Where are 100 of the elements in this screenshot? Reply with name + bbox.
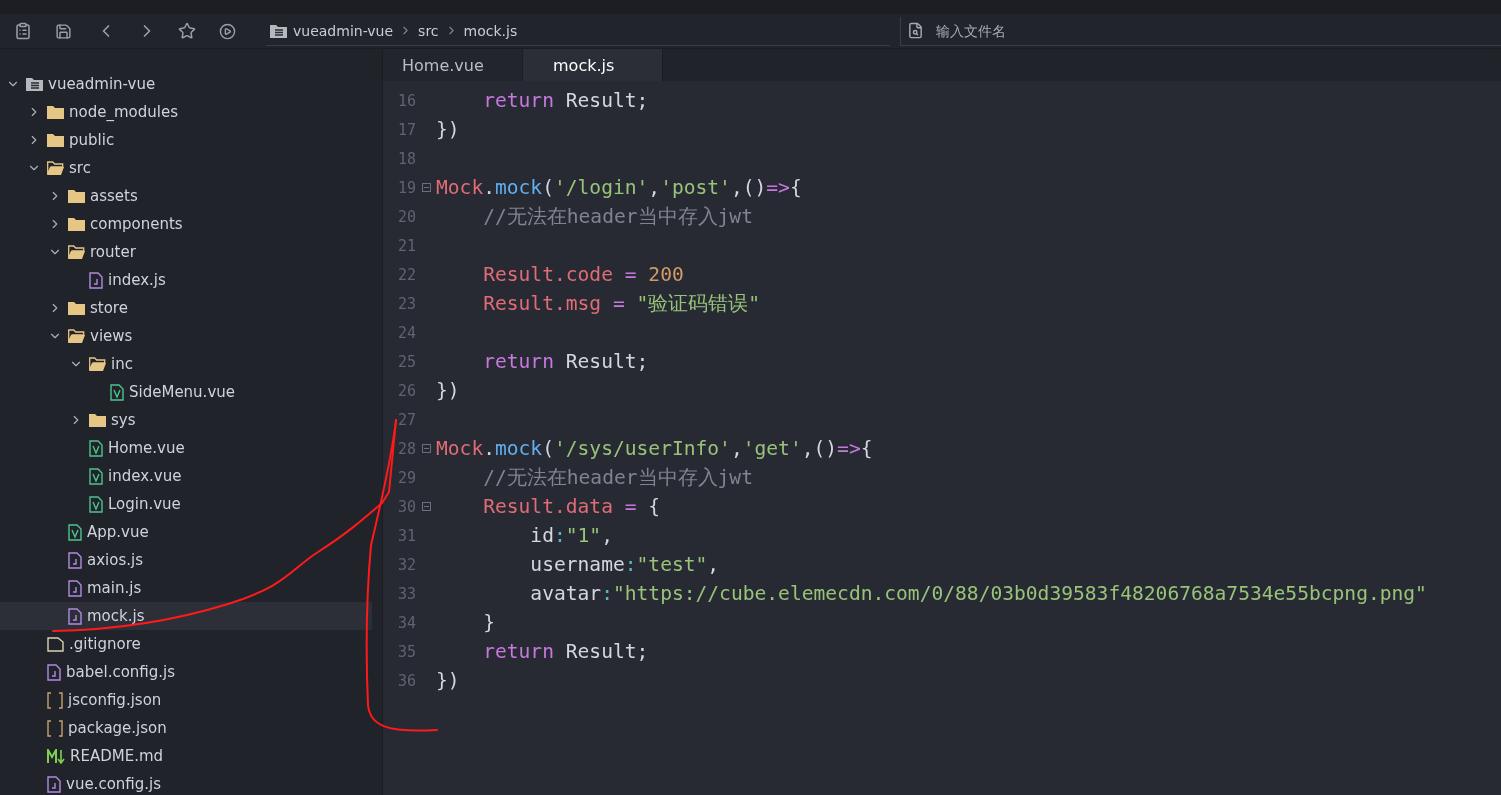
file-name: node_modules [69, 103, 178, 121]
js-file-icon [68, 551, 82, 569]
code-comment: //无法在header当中存入jwt [482, 465, 753, 491]
line-number: 32 [396, 555, 416, 574]
brackets-icon [47, 719, 63, 737]
file-tree-item[interactable]: vue.config.js [0, 770, 372, 795]
code-token: } [482, 611, 495, 634]
file-name: components [90, 215, 183, 233]
save-icon[interactable] [55, 22, 72, 40]
line-number: 16 [396, 91, 416, 110]
line-number: 33 [396, 584, 416, 603]
file-icon [47, 636, 64, 652]
file-tree-item[interactable]: Login.vue [0, 490, 372, 518]
file-tree-item[interactable]: components [0, 210, 372, 238]
file-name: sys [111, 411, 136, 429]
line-number: 21 [396, 236, 416, 255]
line-number: 35 [396, 642, 416, 661]
file-name: views [90, 327, 133, 345]
file-name: Home.vue [108, 439, 185, 457]
brackets-icon [47, 691, 63, 709]
file-tree-item[interactable]: router [0, 238, 372, 266]
file-name: Login.vue [108, 495, 181, 513]
file-name: jsconfig.json [68, 691, 162, 709]
file-tree-item[interactable]: babel.config.js [0, 658, 372, 686]
code-token: , [601, 524, 613, 547]
search-icon [907, 22, 924, 39]
file-name: store [90, 299, 128, 317]
file-tree-item[interactable]: axios.js [0, 546, 372, 574]
file-tree-item[interactable]: main.js [0, 574, 372, 602]
js-file-icon [68, 607, 82, 625]
vue-file-icon [68, 523, 82, 541]
file-name: router [90, 243, 136, 261]
file-tree-item[interactable]: views [0, 322, 372, 350]
code-token: = [623, 495, 638, 518]
folder-icon [47, 133, 64, 147]
file-tree-item[interactable]: Home.vue [0, 434, 372, 462]
code-token: 'get' [742, 437, 802, 460]
code-token: return [482, 640, 554, 663]
code-token: Mock [436, 437, 484, 460]
fold-icon[interactable] [421, 444, 431, 453]
line-number: 20 [396, 207, 416, 226]
code-comment: //无法在header当中存入jwt [482, 204, 753, 230]
breadcrumb-item[interactable]: mock.js [463, 22, 518, 39]
js-file-icon [47, 663, 61, 681]
editor-tab[interactable]: mock.js [523, 49, 663, 81]
line-number: 19 [396, 178, 416, 197]
file-name: babel.config.js [66, 663, 176, 681]
file-tree-item[interactable]: assets [0, 182, 372, 210]
file-tree-item[interactable]: inc [0, 350, 372, 378]
file-tree-item[interactable]: src [0, 154, 372, 182]
open-folder-icon [89, 357, 106, 371]
folder-icon [68, 217, 85, 231]
clipboard-icon[interactable] [14, 22, 32, 40]
file-tree-item[interactable]: index.js [0, 266, 372, 294]
file-name: index.js [108, 271, 166, 289]
vue-file-icon [110, 383, 124, 401]
file-tree-item[interactable]: mock.js [0, 602, 372, 630]
file-name: package.json [68, 719, 167, 737]
line-number: 18 [396, 149, 416, 168]
line-number: 22 [396, 265, 416, 284]
code-token: Result.code [482, 263, 613, 286]
file-tree-item[interactable]: .gitignore [0, 630, 372, 658]
file-tree-item[interactable]: vueadmin-vue [0, 70, 372, 98]
breadcrumb-item[interactable]: src [418, 22, 439, 39]
file-tree-item[interactable]: store [0, 294, 372, 322]
folder-icon [68, 189, 85, 203]
open-folder-icon [68, 329, 85, 343]
code-token: . [483, 437, 495, 460]
code-token: , [648, 176, 661, 199]
fold-icon[interactable] [421, 502, 431, 511]
js-file-icon [47, 775, 61, 793]
project-icon [270, 23, 287, 38]
code-token: . [483, 176, 495, 199]
file-tree-item[interactable]: App.vue [0, 518, 372, 546]
file-tree-item[interactable]: public [0, 126, 372, 154]
open-folder-icon [47, 161, 64, 175]
breadcrumb-item[interactable]: vueadmin-vue [293, 22, 394, 39]
code-token: avatar [529, 582, 602, 605]
play-icon[interactable] [219, 22, 236, 40]
file-tree-item[interactable]: index.vue [0, 462, 372, 490]
file-tree-item[interactable]: jsconfig.json [0, 686, 372, 714]
file-name: main.js [87, 579, 142, 597]
code-token: , [730, 437, 743, 460]
folder-icon [89, 413, 106, 427]
code-token: mock [495, 176, 543, 199]
code-token: ,() [801, 437, 838, 460]
file-tree-item[interactable]: package.json [0, 714, 372, 742]
project-icon [26, 77, 43, 91]
code-token: "https://cube.elemecdn.com/0/88/03b0d39583f48206768a7534e55bcpng.png" [612, 582, 1427, 605]
file-name: vue.config.js [66, 775, 162, 793]
file-search-field[interactable]: 输入文件名 [934, 21, 1238, 40]
file-tree-item[interactable]: README.md [0, 742, 372, 770]
file-tree-item[interactable]: SideMenu.vue [0, 378, 372, 406]
file-tree-item[interactable]: sys [0, 406, 372, 434]
line-number: 24 [396, 323, 416, 342]
star-icon[interactable] [178, 22, 196, 40]
file-tree-item[interactable]: node_modules [0, 98, 372, 126]
fold-icon[interactable] [421, 183, 431, 192]
js-file-icon [89, 271, 103, 289]
code-token: ,() [730, 176, 767, 199]
